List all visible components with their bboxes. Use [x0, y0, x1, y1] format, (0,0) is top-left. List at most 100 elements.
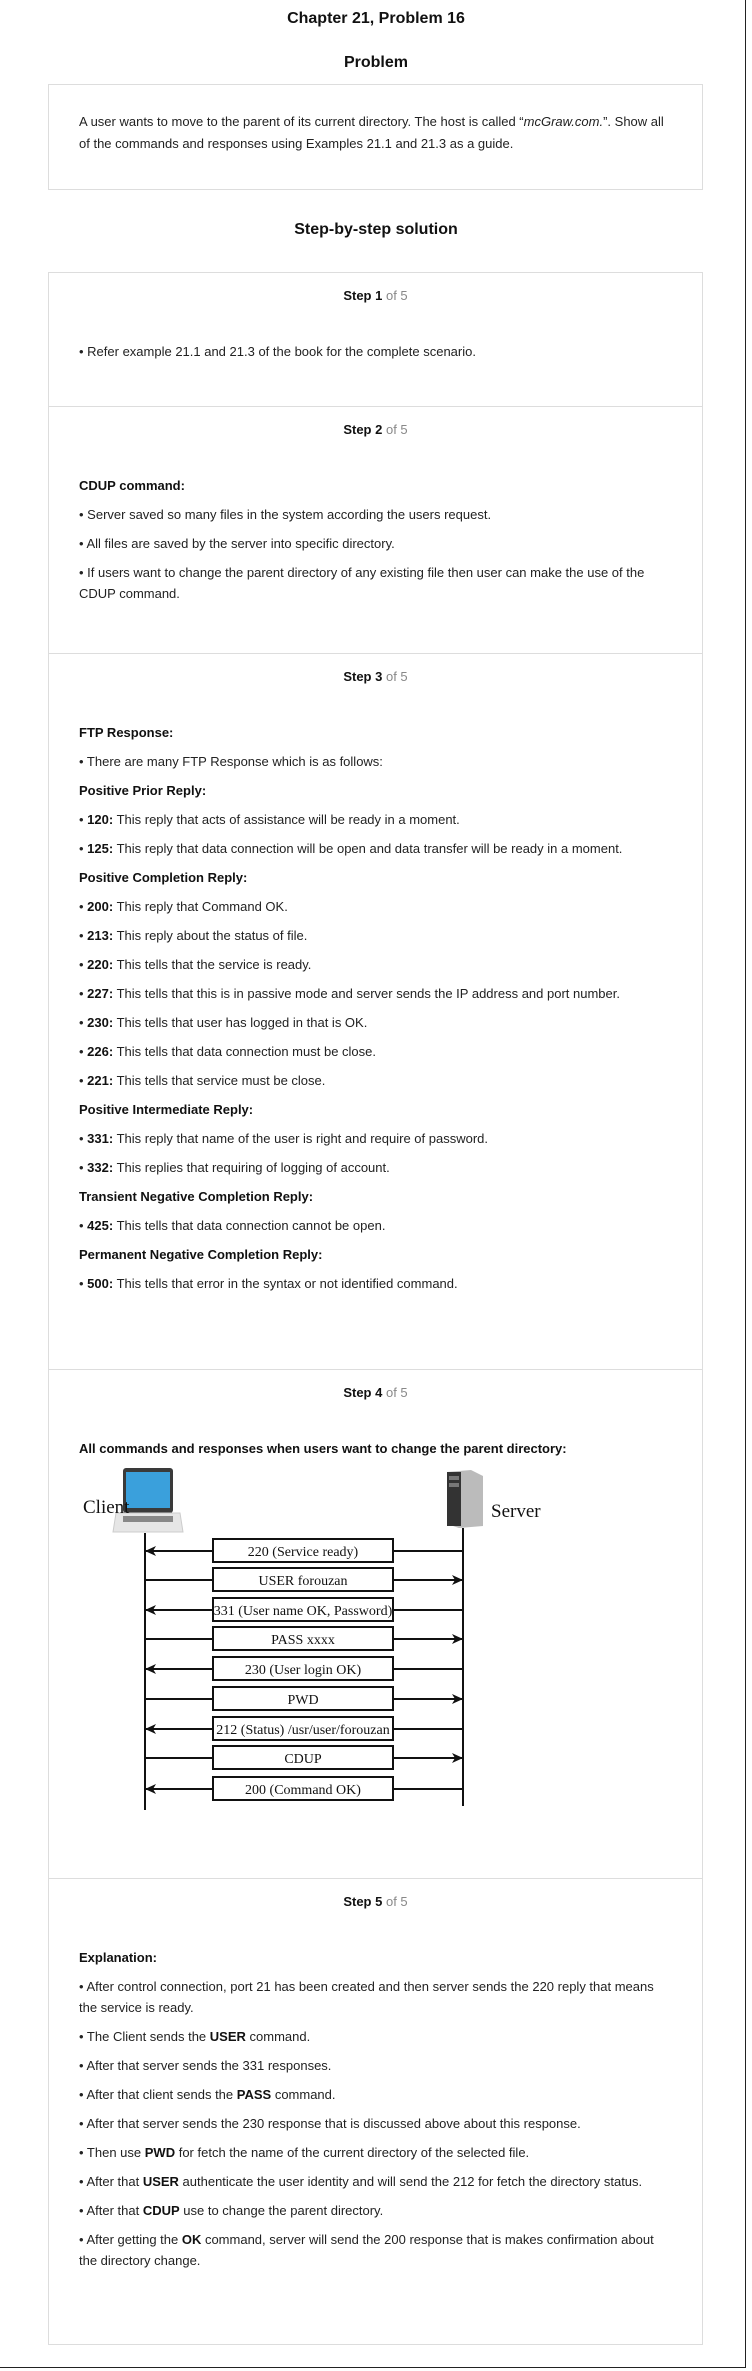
- text: •: [79, 812, 88, 827]
- step-body: • Refer example 21.1 and 21.3 of the boo…: [79, 341, 672, 362]
- ftp-sequence-diagram: Client Server 220 (Service ready) USER foro…: [83, 1468, 541, 1810]
- text: authenticate the user identity and will …: [178, 2174, 643, 2189]
- step-paragraph: • After that client sends the PASS comma…: [79, 2084, 672, 2105]
- text: •: [79, 1073, 88, 1088]
- problem-host: mcGraw.com.: [523, 114, 604, 129]
- text: • If users want to change the parent dir…: [79, 565, 645, 601]
- bold-text: 220:: [87, 957, 114, 972]
- step-header: Step 3 of 5: [79, 668, 672, 686]
- bold-text: USER: [142, 2174, 179, 2189]
- bold-text: Explanation:: [79, 1950, 158, 1965]
- step-header: Step 4 of 5: [79, 1384, 672, 1402]
- bold-text: CDUP: [142, 2203, 180, 2218]
- solution-heading: Step-by-step solution: [294, 221, 458, 238]
- step-paragraph: • After that USER authenticate the user …: [79, 2171, 672, 2192]
- text: • All files are saved by the server into…: [79, 536, 395, 551]
- text: • Refer example 21.1 and 21.3 of the boo…: [79, 344, 476, 359]
- text: This reply about the status of file.: [113, 928, 308, 943]
- step-paragraph: • 227: This tells that this is in passiv…: [79, 983, 672, 1004]
- step-paragraph: • 500: This tells that error in the synt…: [79, 1273, 672, 1294]
- problem-text: A user wants to move to the parent of it…: [79, 114, 524, 129]
- step-body: FTP Response: • There are many FTP Respon…: [79, 722, 672, 1294]
- text: • There are many FTP Response which is a…: [79, 754, 383, 769]
- message-row: PASS xxxx: [145, 1626, 463, 1651]
- step-body: Explanation: • After control connection, …: [79, 1947, 672, 2271]
- step-paragraph: • Server saved so many files in the syst…: [79, 504, 672, 525]
- step-1: Step 1 of 5 • Refer example 21.1 and 21.3…: [49, 273, 702, 406]
- text: This reply that name of the user is righ…: [113, 1131, 488, 1146]
- bold-text: 200:: [87, 899, 114, 914]
- text: command.: [271, 2087, 336, 2102]
- step-paragraph: • 230: This tells that user has logged i…: [79, 1012, 672, 1033]
- text: •: [79, 841, 88, 856]
- step-paragraph: • After getting the OK command, server w…: [79, 2229, 672, 2271]
- text: This tells that service must be close.: [113, 1073, 326, 1088]
- bold-text: 425:: [87, 1218, 114, 1233]
- step-5: Step 5 of 5 Explanation: • After control c…: [49, 1878, 702, 2344]
- step-paragraph: • The Client sends the USER command.: [79, 2026, 672, 2047]
- text: This tells that this is in passive mode …: [113, 986, 620, 1001]
- text: • After getting the: [79, 2232, 182, 2247]
- step-paragraph: Permanent Negative Completion Reply:: [79, 1244, 672, 1265]
- text: • Server saved so many files in the syst…: [79, 507, 492, 522]
- text: • The Client sends the: [79, 2029, 210, 2044]
- bold-text: FTP Response:: [79, 725, 174, 740]
- bold-text: 213:: [87, 928, 114, 943]
- bold-text: 226:: [87, 1044, 114, 1059]
- bold-text: 221:: [87, 1073, 114, 1088]
- solution-steps: Step 1 of 5 • Refer example 21.1 and 21.3…: [48, 272, 703, 2345]
- text: •: [79, 1218, 88, 1233]
- text: • After that server sends the 331 respon…: [79, 2058, 332, 2073]
- step-label: Step 2: [343, 422, 383, 437]
- bold-text: OK: [181, 2232, 202, 2247]
- step-header: Step 2 of 5: [79, 421, 672, 439]
- message-label: 212 (Status) /usr/user/forouzan: [216, 1723, 389, 1738]
- step-paragraph: • 213: This reply about the status of fi…: [79, 925, 672, 946]
- step-label: Step 4: [343, 1385, 383, 1400]
- bold-text: 500:: [87, 1276, 114, 1291]
- step-4: Step 4 of 5 All commands and responses wh…: [49, 1369, 702, 1878]
- step-paragraph: • 125: This reply that data connection w…: [79, 838, 672, 859]
- message-row: USER forouzan: [145, 1567, 463, 1592]
- text: •: [79, 1160, 88, 1175]
- server-front: [447, 1472, 461, 1526]
- bold-text: PWD: [144, 2145, 176, 2160]
- message-label: 200 (Command OK): [245, 1783, 361, 1798]
- step-paragraph: • Then use PWD for fetch the name of the…: [79, 2142, 672, 2163]
- bold-text: Positive Intermediate Reply:: [79, 1102, 254, 1117]
- bold-text: 332:: [87, 1160, 114, 1175]
- message-label: PWD: [287, 1693, 318, 1708]
- text: This reply that Command OK.: [113, 899, 288, 914]
- text: •: [79, 1044, 88, 1059]
- step-paragraph: Explanation:: [79, 1947, 672, 1968]
- text: • Then use: [79, 2145, 145, 2160]
- bold-text: Positive Prior Reply:: [79, 783, 207, 798]
- step-header: Step 5 of 5: [79, 1893, 672, 1911]
- text: • After that client sends the: [79, 2087, 237, 2102]
- step-paragraph: • Refer example 21.1 and 21.3 of the boo…: [79, 341, 672, 362]
- bold-text: Transient Negative Completion Reply:: [79, 1189, 314, 1204]
- bold-text: 125:: [87, 841, 114, 856]
- bold-text: 227:: [87, 986, 114, 1001]
- step-paragraph: • 220: This tells that the service is re…: [79, 954, 672, 975]
- laptop-keyboard: [123, 1516, 173, 1522]
- text: •: [79, 986, 88, 1001]
- text: •: [79, 928, 88, 943]
- message-label: 230 (User login OK): [245, 1663, 362, 1678]
- step-paragraph: • 221: This tells that service must be c…: [79, 1070, 672, 1091]
- step-paragraph: • After that server sends the 331 respon…: [79, 2055, 672, 2076]
- bold-text: 331:: [87, 1131, 114, 1146]
- step-paragraph: FTP Response:: [79, 722, 672, 743]
- step-paragraph: • 425: This tells that data connection c…: [79, 1215, 672, 1236]
- bold-text: CDUP command:: [79, 478, 185, 493]
- step-3: Step 3 of 5 FTP Response: • There are many…: [49, 653, 702, 1369]
- step-paragraph: • All files are saved by the server into…: [79, 533, 672, 554]
- message-row: 212 (Status) /usr/user/forouzan: [145, 1716, 463, 1741]
- bold-text: 120:: [87, 812, 114, 827]
- bold-text: USER: [209, 2029, 246, 2044]
- step-paragraph: • After control connection, port 21 has …: [79, 1976, 672, 2018]
- step-paragraph: Positive Prior Reply:: [79, 780, 672, 801]
- text: • After that server sends the 230 respon…: [79, 2116, 581, 2131]
- server-icon: [447, 1470, 483, 1528]
- text: •: [79, 957, 88, 972]
